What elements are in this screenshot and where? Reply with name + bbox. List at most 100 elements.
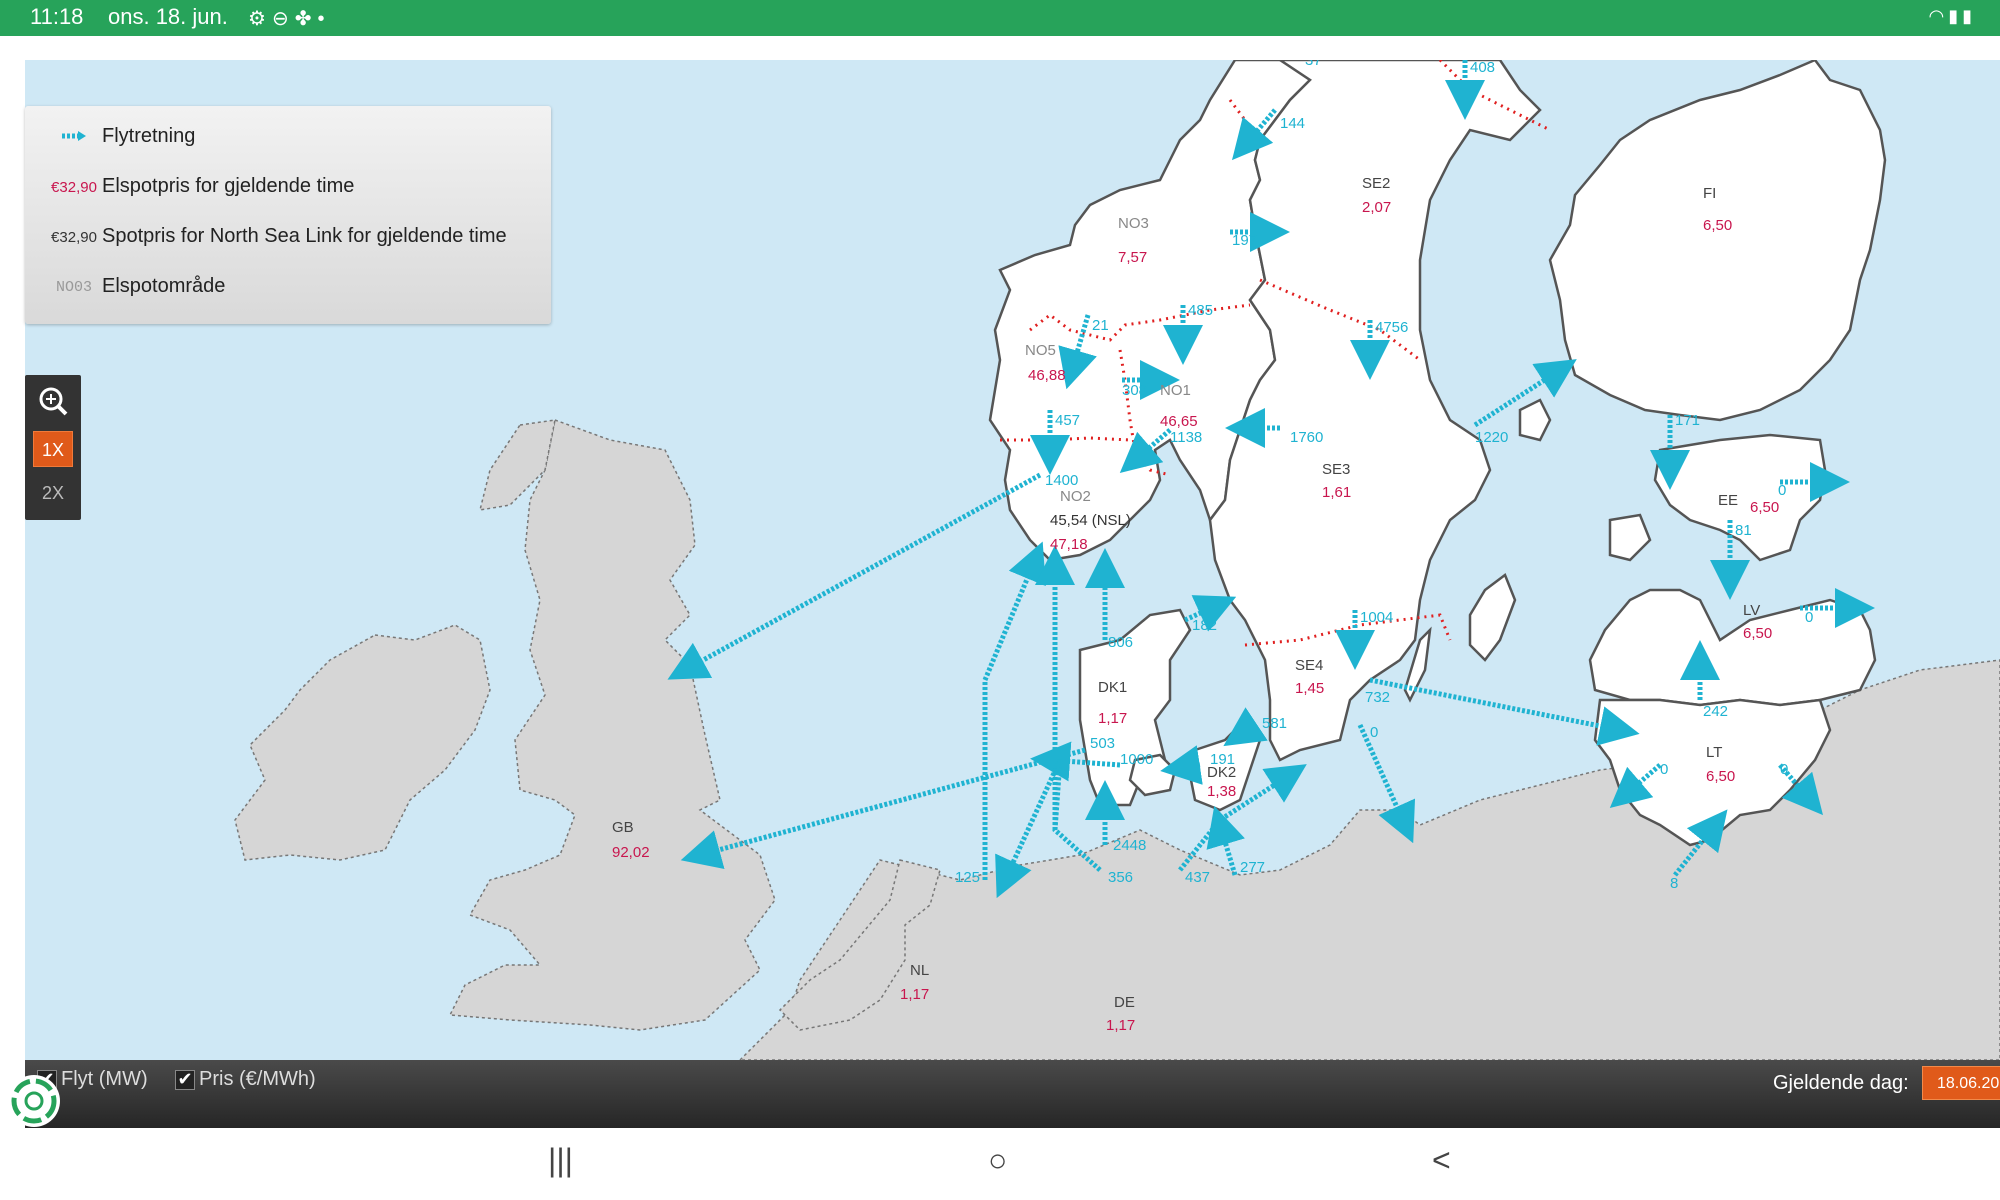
flow-label: 1220 — [1475, 429, 1508, 446]
legend-row-area: NO03 Elspotområde — [25, 269, 551, 309]
flow-label: 242 — [1703, 703, 1728, 720]
saaremaa-shape — [1608, 513, 1652, 562]
region-price: 92,02 — [612, 844, 650, 861]
region-price: 47,18 — [1050, 536, 1088, 553]
flow-label: 0 — [1805, 609, 1813, 626]
region-code: DE — [1114, 994, 1135, 1011]
flow-label: 437 — [1185, 869, 1210, 886]
region-price: 6,50 — [1703, 217, 1732, 234]
flow-label: 1000 — [1120, 751, 1153, 768]
region-code: SE2 — [1362, 175, 1390, 192]
region-price: 7,57 — [1118, 249, 1147, 266]
flow-label: 125 — [955, 869, 980, 886]
legend-label: Flytretning — [102, 125, 196, 147]
wifi-icon: ◠ — [1928, 6, 1949, 26]
recent-apps-button[interactable]: ||| — [548, 1142, 573, 1179]
legend-label: Spotpris for North Sea Link for gjeldend… — [102, 225, 507, 247]
region-price: 1,17 — [1106, 1017, 1135, 1034]
region-code: NO2 — [1060, 488, 1091, 505]
region-code: EE — [1718, 492, 1738, 509]
region-price: 1,45 — [1295, 680, 1324, 697]
flow-label: 81 — [1735, 522, 1752, 539]
dot-icon: • — [317, 8, 331, 30]
region-price: 1,38 — [1207, 783, 1236, 800]
flow-label: 0 — [1370, 724, 1378, 741]
flow-label: 1760 — [1290, 429, 1323, 446]
region-price: 6,50 — [1743, 625, 1772, 642]
region-price: 1,17 — [1098, 710, 1127, 727]
gotland-shape — [1468, 573, 1517, 662]
flow-label: 191 — [1210, 751, 1235, 768]
region-price: 1,61 — [1322, 484, 1351, 501]
region-price: 46,88 — [1028, 367, 1066, 384]
region-code: NO3 — [1118, 215, 1149, 232]
legend-row-flow: Flytretning — [25, 119, 551, 159]
zoom-1x-button[interactable]: 1X — [33, 431, 73, 467]
land-nordic — [988, 60, 1887, 847]
flow-label: 21 — [1092, 317, 1109, 334]
flow-label: 0 — [1780, 761, 1788, 778]
flow-label: 1138 — [1170, 429, 1202, 446]
region-code: SE4 — [1295, 657, 1323, 674]
home-button[interactable]: ○ — [988, 1142, 1007, 1179]
current-day-input[interactable]: 18.06.2025 — [1922, 1066, 2000, 1100]
flow-label: 37 — [1305, 60, 1322, 69]
flow-label: 408 — [1470, 60, 1495, 76]
flow-arrow — [982, 541, 1046, 880]
current-day-label: Gjeldende dag: — [1773, 1072, 1909, 1094]
flow-label: 308 — [1122, 382, 1147, 399]
back-button[interactable]: < — [1432, 1142, 1451, 1179]
legend-panel: Flytretning €32,90 Elspotpris for gjelde… — [25, 106, 551, 324]
region-code: LT — [1706, 744, 1722, 761]
flow-arrow — [680, 747, 1086, 870]
zoom-icon[interactable] — [33, 383, 73, 419]
region-code: NO1 — [1160, 382, 1191, 399]
flow-label: 503 — [1090, 735, 1115, 752]
status-bar: 11:18 ons. 18. jun. ⚙⊖✤• ◠▮▮ — [0, 0, 2000, 36]
legend-row-price: €32,90 Elspotpris for gjeldende time — [25, 169, 551, 209]
flow-label: 732 — [1365, 689, 1390, 706]
legend-label: Elspotpris for gjeldende time — [102, 175, 355, 197]
price-checkbox[interactable]: ✔ Pris (€/MWh) — [175, 1068, 316, 1091]
zoom-control: 1X 2X — [25, 375, 81, 520]
status-date: ons. 18. jun. — [108, 4, 228, 29]
gb-shape — [448, 418, 776, 1031]
flow-label: 806 — [1108, 634, 1133, 651]
region-nsl: 45,54 (NSL) — [1050, 512, 1131, 529]
region-code: DK1 — [1098, 679, 1127, 696]
checkmark-icon: ✔ — [175, 1069, 195, 1090]
flow-label: 581 — [1262, 715, 1287, 732]
flow-label: 2448 — [1113, 837, 1146, 854]
region-price: 2,07 — [1362, 199, 1391, 216]
zoom-2x-button[interactable]: 2X — [33, 475, 73, 511]
estonia-shape — [1653, 433, 1827, 562]
region-price: 1,17 — [900, 986, 929, 1003]
app-logo-icon[interactable] — [8, 1075, 60, 1127]
region-code: SE3 — [1322, 461, 1350, 478]
flow-label: 485 — [1188, 302, 1213, 319]
signal-icon: ▮ — [1948, 6, 1963, 26]
status-time: 11:18 — [30, 4, 84, 29]
fan-icon: ✤ — [294, 8, 318, 30]
flow-arrow — [667, 472, 1042, 680]
region-code: NO5 — [1025, 342, 1056, 359]
aland-shape — [1518, 398, 1552, 442]
flow-label: 1004 — [1360, 609, 1393, 626]
sweden-shape — [1208, 60, 1542, 762]
region-price: 46,65 — [1160, 413, 1198, 430]
status-icons: ⚙⊖✤• — [248, 6, 330, 31]
flow-label: 197 — [1232, 232, 1257, 249]
flow-label: 4756 — [1375, 319, 1408, 336]
legend-label: Elspotområde — [102, 275, 226, 297]
region-code: NL — [910, 962, 929, 979]
dnd-icon: ⊖ — [271, 8, 295, 30]
finland-shape — [1548, 60, 1887, 422]
region-code: FI — [1703, 185, 1716, 202]
flow-label: 182 — [1192, 617, 1217, 634]
region-code: GB — [612, 819, 634, 836]
ireland-shape — [234, 624, 491, 861]
flow-label: 0 — [1778, 482, 1786, 499]
flow-label: 8 — [1670, 875, 1678, 892]
region-code: LV — [1743, 602, 1760, 619]
price-checkbox-label: Pris (€/MWh) — [199, 1068, 316, 1090]
